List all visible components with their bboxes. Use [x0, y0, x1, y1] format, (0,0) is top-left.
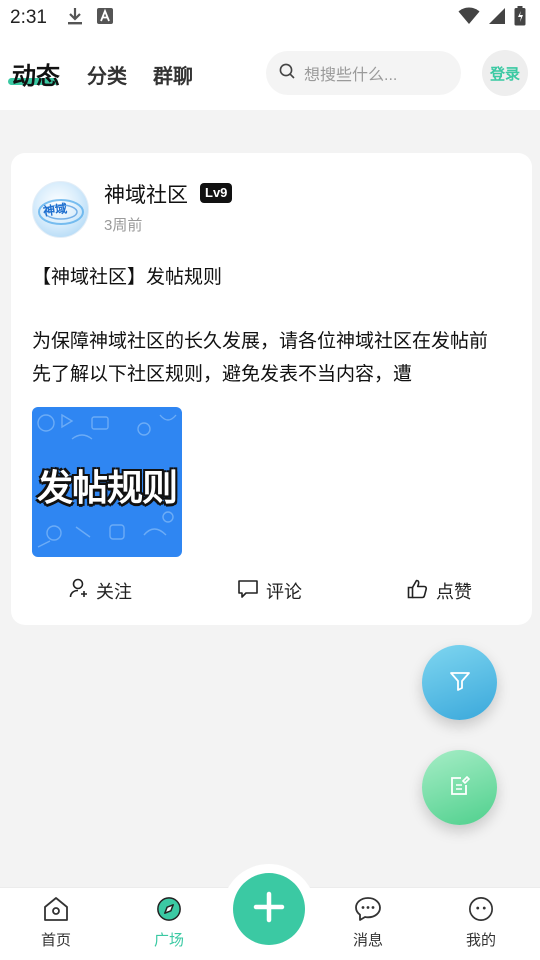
- post-title[interactable]: 【神域社区】发帖规则: [32, 262, 222, 289]
- nav-home-label: 首页: [40, 932, 71, 949]
- comment-icon: [237, 579, 259, 604]
- wifi-icon: [458, 7, 480, 29]
- nav-square-label: 广场: [153, 932, 184, 949]
- tab-dynamic-label: 动态: [12, 63, 60, 90]
- like-label: 点赞: [436, 582, 472, 602]
- nav-home[interactable]: 首页: [26, 896, 86, 950]
- like-button[interactable]: 点赞: [407, 578, 472, 604]
- tab-category[interactable]: 分类: [87, 60, 127, 89]
- app-notification-icon: [96, 8, 113, 28]
- system-icons: [458, 6, 526, 30]
- search-placeholder: 想搜些什么...: [304, 67, 398, 84]
- filter-icon: [448, 669, 472, 697]
- add-user-icon: [69, 578, 89, 604]
- notification-icons: [67, 6, 113, 30]
- download-icon: [67, 6, 83, 30]
- battery-icon: [514, 6, 526, 30]
- tab-dynamic[interactable]: 动态: [8, 56, 60, 91]
- status-time: 2:31: [10, 7, 47, 28]
- filter-button[interactable]: [422, 645, 497, 720]
- nav-mine[interactable]: 我的: [451, 896, 511, 950]
- nav-mine-label: 我的: [465, 932, 496, 949]
- status-bar: 2:31: [0, 0, 540, 36]
- compose-button[interactable]: [422, 750, 497, 825]
- nav-messages-label: 消息: [352, 932, 383, 949]
- login-button[interactable]: 登录: [482, 50, 528, 96]
- nav-square[interactable]: 广场: [139, 896, 199, 950]
- add-post-button[interactable]: [233, 873, 305, 945]
- post-time: 3周前: [104, 217, 143, 234]
- author-name[interactable]: 神域社区: [104, 179, 188, 209]
- post-card[interactable]: 神域 神域社区 Lv9 3周前 【神域社区】发帖规则 为保障神域社区的长久发展，…: [11, 153, 532, 625]
- search-input[interactable]: 想搜些什么...: [266, 51, 461, 95]
- search-icon: [279, 63, 296, 84]
- edit-note-icon: [448, 774, 472, 802]
- follow-label: 关注: [96, 582, 132, 602]
- comment-label: 评论: [266, 582, 302, 602]
- chat-icon: [353, 896, 383, 926]
- avatar[interactable]: 神域: [32, 181, 89, 238]
- post-image[interactable]: 发帖规则: [32, 407, 182, 557]
- follow-button[interactable]: 关注: [69, 578, 132, 604]
- comment-button[interactable]: 评论: [237, 578, 302, 604]
- nav-messages[interactable]: 消息: [338, 896, 398, 950]
- compass-icon: [155, 896, 183, 926]
- tab-group-chat[interactable]: 群聊: [153, 60, 193, 89]
- home-icon: [42, 896, 70, 926]
- avatar-text: 神域: [42, 201, 68, 219]
- signal-icon: [488, 7, 506, 29]
- plus-icon: [252, 890, 286, 928]
- thumbs-up-icon: [407, 579, 429, 604]
- profile-icon: [467, 896, 495, 926]
- post-body[interactable]: 为保障神域社区的长久发展，请各位神域社区在发帖前先了解以下社区规则，避免发表不当…: [32, 325, 502, 391]
- post-image-text: 发帖规则: [36, 467, 178, 508]
- level-badge: Lv9: [200, 183, 233, 203]
- top-header: 动态 分类 群聊 想搜些什么... 登录: [0, 36, 540, 110]
